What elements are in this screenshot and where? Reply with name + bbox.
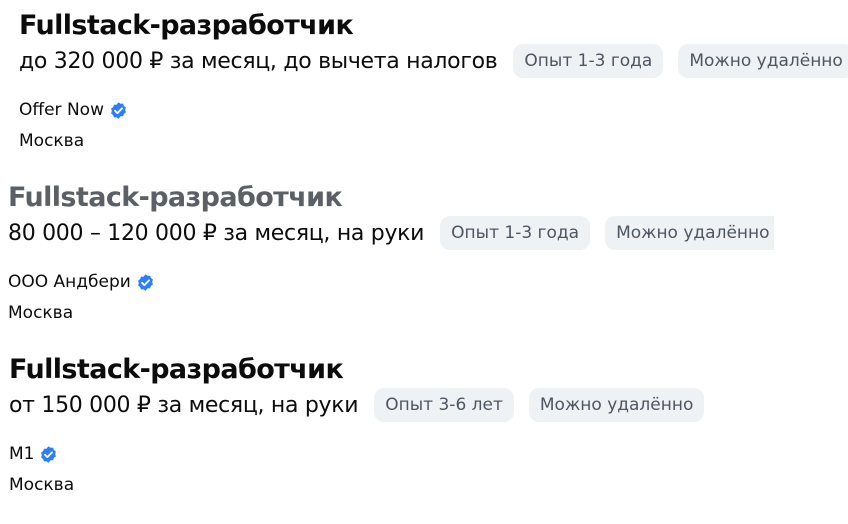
company-row: Offer Now [19, 96, 848, 124]
city-text: Москва [9, 475, 75, 495]
city-text: Москва [19, 131, 85, 151]
verified-check-icon [41, 445, 57, 463]
salary-text: до 320 000 ₽ за месяц, до вычета налогов [19, 48, 498, 74]
city-text: Москва [8, 303, 74, 323]
vacancy-title-link[interactable]: Fullstack-разработчик [9, 344, 719, 383]
remote-badge: Можно удалённо [528, 388, 705, 422]
company-name-link[interactable]: ООО Андбери [8, 272, 131, 292]
salary-text: 80 000 – 120 000 ₽ за месяц, на руки [8, 220, 425, 246]
company-name-link[interactable]: M1 [9, 444, 34, 464]
experience-badge: Опыт 1-3 года [513, 44, 664, 78]
vacancy-card[interactable]: Fullstack-разработчик от 150 000 ₽ за ме… [9, 344, 719, 496]
vacancy-meta-row: 80 000 – 120 000 ₽ за месяц, на руки Опы… [8, 216, 789, 250]
remote-badge: Можно удалённо [605, 216, 774, 250]
company-name-link[interactable]: Offer Now [19, 100, 104, 120]
vacancy-title-link[interactable]: Fullstack-разработчик [8, 172, 789, 211]
verified-check-icon [111, 101, 126, 119]
vacancy-meta-row: от 150 000 ₽ за месяц, на руки Опыт 3-6 … [9, 388, 719, 422]
vacancy-card[interactable]: Fullstack-разработчик 80 000 – 120 000 ₽… [8, 172, 789, 324]
vacancy-meta-row: до 320 000 ₽ за месяц, до вычета налогов… [19, 44, 848, 78]
experience-badge: Опыт 1-3 года [440, 216, 591, 250]
verified-check-icon [137, 273, 153, 291]
company-row: ООО Андбери [8, 268, 789, 296]
salary-text: от 150 000 ₽ за месяц, на руки [9, 392, 359, 418]
vacancy-card[interactable]: Fullstack-разработчик до 320 000 ₽ за ме… [19, 0, 848, 152]
experience-badge: Опыт 3-6 лет [374, 388, 514, 422]
remote-badge: Можно удалённо [678, 44, 848, 78]
company-row: M1 [9, 440, 719, 468]
vacancy-title-link[interactable]: Fullstack-разработчик [19, 0, 848, 39]
